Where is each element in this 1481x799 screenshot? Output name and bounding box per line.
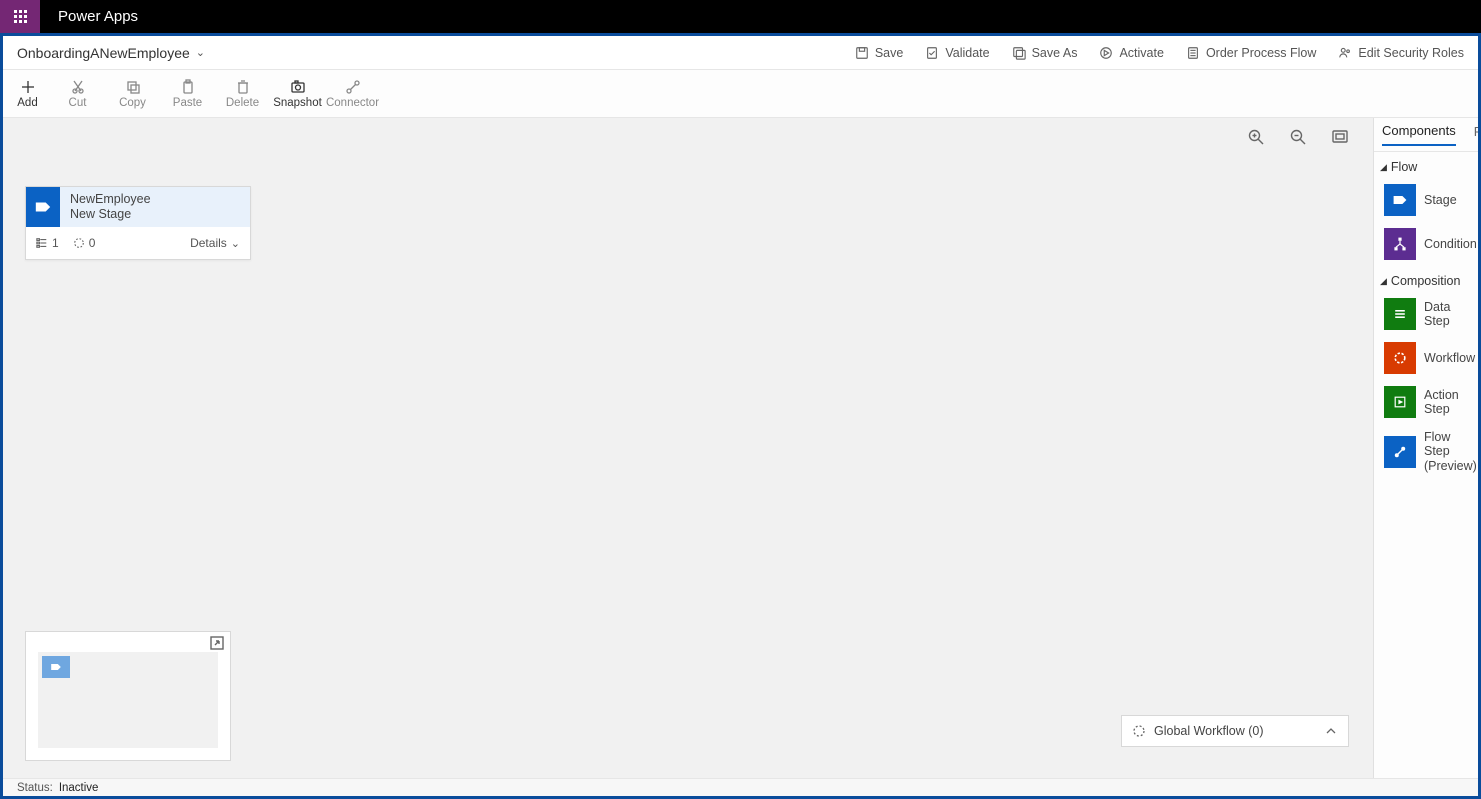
minimap[interactable] <box>25 631 231 761</box>
global-workflow-toggle[interactable]: Global Workflow (0) <box>1121 715 1349 747</box>
data-step-icon <box>1384 298 1416 330</box>
status-bar: Status: Inactive <box>3 778 1478 796</box>
action-step-icon <box>1384 386 1416 418</box>
fit-to-screen-button[interactable] <box>1331 128 1349 146</box>
validate-icon <box>925 46 939 60</box>
save-button[interactable]: Save <box>855 46 904 60</box>
stage-icon <box>1384 184 1416 216</box>
design-canvas[interactable]: NewEmployee New Stage 1 0 <box>3 118 1373 783</box>
workflow-icon <box>1384 342 1416 374</box>
global-workflow-label: Global Workflow (0) <box>1154 724 1264 738</box>
paste-button[interactable]: Paste <box>160 70 215 118</box>
delete-button[interactable]: Delete <box>215 70 270 118</box>
save-as-icon <box>1012 46 1026 60</box>
security-roles-icon <box>1338 46 1352 60</box>
component-action-step[interactable]: Action Step <box>1374 380 1478 424</box>
validate-button[interactable]: Validate <box>925 46 989 60</box>
zoom-in-button[interactable] <box>1247 128 1265 146</box>
save-as-button[interactable]: Save As <box>1012 46 1078 60</box>
process-name-dropdown[interactable]: OnboardingANewEmployee ⌄ <box>17 45 205 61</box>
stage-steps-count: 1 <box>36 236 59 250</box>
app-title: Power Apps <box>40 8 156 25</box>
activate-icon <box>1099 46 1113 60</box>
stage-name-label: New Stage <box>70 207 240 222</box>
stage-details-toggle[interactable]: Details ⌄ <box>190 236 240 250</box>
zoom-out-button[interactable] <box>1289 128 1307 146</box>
snapshot-button[interactable]: Snapshot <box>270 70 325 118</box>
activate-button[interactable]: Activate <box>1099 46 1163 60</box>
stage-entity-label: NewEmployee <box>70 192 240 207</box>
minimap-expand-button[interactable] <box>210 636 224 650</box>
copy-button[interactable]: Copy <box>105 70 160 118</box>
save-icon <box>855 46 869 60</box>
section-flow-toggle[interactable]: ◢ Flow <box>1374 152 1478 178</box>
collapse-icon: ◢ <box>1380 162 1387 173</box>
component-condition[interactable]: Condition <box>1374 222 1478 266</box>
condition-icon <box>1384 228 1416 260</box>
minimap-viewport <box>38 652 218 748</box>
connector-button[interactable]: Connector <box>325 70 380 118</box>
stage-icon <box>26 187 60 227</box>
cut-button[interactable]: Cut <box>50 70 105 118</box>
workflow-count-icon <box>73 237 85 249</box>
app-launcher[interactable] <box>0 0 40 33</box>
connector-icon <box>345 79 361 95</box>
chevron-down-icon: ⌄ <box>196 46 205 59</box>
add-icon <box>20 79 36 95</box>
flow-step-icon <box>1384 436 1416 468</box>
stage-card[interactable]: NewEmployee New Stage 1 0 <box>25 186 251 260</box>
component-flow-step[interactable]: Flow Step (Preview) <box>1374 424 1478 479</box>
component-stage[interactable]: Stage <box>1374 178 1478 222</box>
snapshot-icon <box>290 79 306 95</box>
edit-security-roles-button[interactable]: Edit Security Roles <box>1338 46 1464 60</box>
workflow-icon <box>1132 724 1146 738</box>
chevron-up-icon <box>1324 724 1338 738</box>
component-workflow[interactable]: Workflow <box>1374 336 1478 380</box>
status-label: Status: <box>17 782 53 794</box>
minimap-stage-icon <box>42 656 70 678</box>
order-process-flow-button[interactable]: Order Process Flow <box>1186 46 1316 60</box>
cut-icon <box>70 79 86 95</box>
paste-icon <box>180 79 196 95</box>
component-data-step[interactable]: Data Step <box>1374 292 1478 336</box>
add-button[interactable]: Add <box>5 70 50 118</box>
components-panel: Components Pro ◢ Flow Stage Condition ◢ … <box>1373 118 1478 783</box>
chevron-down-icon: ⌄ <box>231 237 240 250</box>
order-icon <box>1186 46 1200 60</box>
process-name-label: OnboardingANewEmployee <box>17 45 190 61</box>
waffle-icon <box>14 10 27 23</box>
tab-properties[interactable]: Pro <box>1474 124 1478 145</box>
delete-icon <box>235 79 251 95</box>
section-composition-toggle[interactable]: ◢ Composition <box>1374 266 1478 292</box>
copy-icon <box>125 79 141 95</box>
collapse-icon: ◢ <box>1380 276 1387 287</box>
stage-workflow-count: 0 <box>73 236 96 250</box>
tab-components[interactable]: Components <box>1382 123 1456 146</box>
steps-icon <box>36 237 48 249</box>
status-value: Inactive <box>59 782 99 794</box>
